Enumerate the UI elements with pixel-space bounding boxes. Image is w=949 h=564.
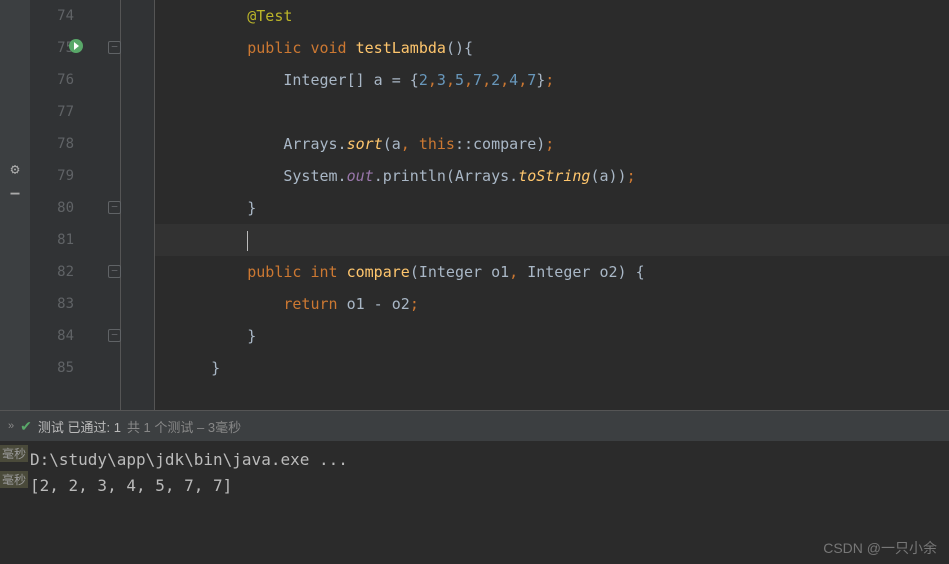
line-number-gutter: 747576777879808182838485 xyxy=(30,0,100,410)
test-passed-text: 测试 已通过: 1 xyxy=(38,417,121,436)
line-number: 74 xyxy=(12,0,82,32)
line-number: 82 xyxy=(12,256,82,288)
line-number: 77 xyxy=(12,96,82,128)
code-line[interactable]: return o1 - o2; xyxy=(155,288,949,320)
code-line[interactable] xyxy=(155,96,949,128)
line-number: 85 xyxy=(12,352,82,384)
console-line: D:\study\app\jdk\bin\java.exe ... xyxy=(8,447,941,473)
run-panel: » ✔ 测试 已通过: 1 共 1 个测试 – 3毫秒 毫秒 毫秒 D:\stu… xyxy=(0,410,949,564)
check-icon: ✔ xyxy=(20,418,32,435)
code-line[interactable]: Arrays.sort(a, this::compare); xyxy=(155,128,949,160)
fold-start-icon[interactable]: − xyxy=(108,41,121,54)
code-line[interactable]: } xyxy=(155,320,949,352)
editor-area: ⚙ — 747576777879808182838485 −−−− @Test … xyxy=(0,0,949,410)
chevron-icon[interactable]: » xyxy=(8,420,14,432)
line-number: 83 xyxy=(12,288,82,320)
code-line[interactable]: public int compare(Integer o1, Integer o… xyxy=(155,256,949,288)
console-output[interactable]: 毫秒 毫秒 D:\study\app\jdk\bin\java.exe ... … xyxy=(0,441,949,505)
code-line[interactable]: } xyxy=(155,192,949,224)
fold-end-icon[interactable]: − xyxy=(108,201,121,214)
test-count-text: 共 1 个测试 – 3毫秒 xyxy=(127,417,241,436)
code-line[interactable]: System.out.println(Arrays.toString(a)); xyxy=(155,160,949,192)
line-number: 84 xyxy=(12,320,82,352)
ms-label: 毫秒 xyxy=(0,445,28,462)
code-line[interactable]: Integer[] a = {2,3,5,7,2,4,7}; xyxy=(155,64,949,96)
code-line[interactable]: @Test xyxy=(155,0,949,32)
line-number: 79 xyxy=(12,160,82,192)
fold-end-icon[interactable]: − xyxy=(108,329,121,342)
code-editor[interactable]: @Test public void testLambda(){ Integer[… xyxy=(155,0,949,410)
ms-label: 毫秒 xyxy=(0,471,28,488)
line-number: 81 xyxy=(12,224,82,256)
code-line[interactable] xyxy=(155,224,949,256)
gutter-icons: − − − − xyxy=(100,0,155,410)
code-line[interactable]: public void testLambda(){ xyxy=(155,32,949,64)
watermark: CSDN @一只小余 xyxy=(823,538,937,558)
code-line[interactable]: } xyxy=(155,352,949,384)
line-number: 80 xyxy=(12,192,82,224)
text-cursor xyxy=(247,231,248,251)
line-number: 78 xyxy=(12,128,82,160)
test-status-bar: » ✔ 测试 已通过: 1 共 1 个测试 – 3毫秒 xyxy=(0,411,949,441)
line-number: 76 xyxy=(12,64,82,96)
run-test-icon[interactable] xyxy=(68,38,84,58)
console-line: [2, 2, 3, 4, 5, 7, 7] xyxy=(8,473,941,499)
fold-start-icon[interactable]: − xyxy=(108,265,121,278)
